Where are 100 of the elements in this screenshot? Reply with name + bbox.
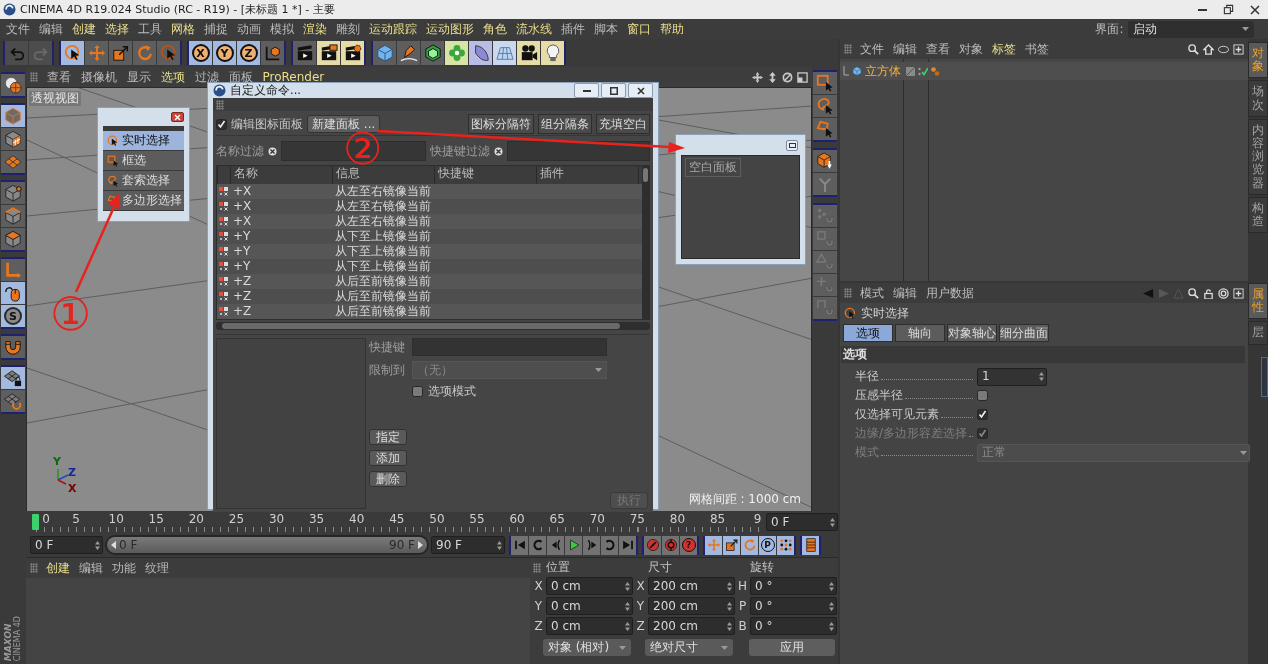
action-button[interactable]: 添加	[369, 450, 407, 466]
close-button[interactable]	[171, 112, 184, 122]
check-icon[interactable]	[918, 66, 928, 76]
tool-button[interactable]	[723, 535, 740, 555]
tab[interactable]: 选项	[843, 324, 893, 342]
grip-icon[interactable]	[844, 288, 852, 298]
menu-item[interactable]: 文件	[855, 41, 888, 57]
table-row[interactable]: +Z 从后至前镜像当前	[217, 304, 642, 319]
layout-dropdown[interactable]: 启动	[1128, 20, 1254, 38]
dropdown[interactable]: 绝对尺寸	[645, 639, 733, 656]
action-button[interactable]: 删除	[369, 471, 407, 487]
menu-item[interactable]: 创建	[41, 560, 74, 576]
frame-field[interactable]: 0 F	[766, 513, 838, 531]
new-panel-icon[interactable]	[1233, 43, 1244, 55]
menu-item[interactable]: 插件	[556, 21, 589, 37]
tool-button[interactable]	[813, 118, 837, 140]
apply-button[interactable]: 应用	[749, 639, 835, 656]
toggle-button[interactable]: ?	[680, 535, 697, 555]
dropdown[interactable]: 对象 (相对)	[543, 639, 631, 656]
tool-button[interactable]	[61, 41, 84, 65]
table-row[interactable]: +Z 从后至前镜像当前	[217, 289, 642, 304]
checkbox[interactable]	[977, 390, 988, 401]
coordinate-field[interactable]: 0 cm	[546, 617, 633, 635]
tool-button[interactable]	[777, 535, 794, 555]
checkbox[interactable]	[216, 118, 227, 130]
toggle-button[interactable]: X	[189, 41, 212, 65]
tool-button[interactable]	[261, 41, 284, 65]
tab[interactable]: 对象轴心	[947, 324, 997, 342]
menu-item[interactable]: 模拟	[265, 21, 298, 37]
table-row[interactable]: +Y 从下至上镜像当前	[217, 244, 642, 259]
ellipse-icon[interactable]	[1218, 43, 1229, 55]
object-row[interactable]: 立方体	[840, 62, 1248, 80]
menu-item[interactable]: 编辑	[888, 41, 921, 57]
menu-item[interactable]: 捕捉	[199, 21, 232, 37]
grip-icon[interactable]	[30, 72, 38, 82]
menu-item[interactable]: 渲染	[298, 21, 331, 37]
action-button[interactable]: 指定	[369, 429, 407, 445]
menu-item[interactable]: 创建	[67, 21, 100, 37]
home-icon[interactable]	[1203, 43, 1214, 55]
grip-icon[interactable]	[30, 563, 38, 573]
tool-button[interactable]	[802, 535, 819, 555]
grip-icon[interactable]	[216, 99, 224, 110]
spinner-icon[interactable]	[727, 621, 732, 631]
toggle-button[interactable]: Y	[213, 41, 236, 65]
tool-button[interactable]	[565, 535, 582, 555]
side-tab[interactable]: 场次	[1248, 80, 1268, 117]
restore-icon[interactable]	[1223, 4, 1234, 15]
toolbar-button[interactable]: 图标分隔符	[468, 114, 534, 134]
toggle-button[interactable]: S	[1, 305, 25, 327]
spinner-icon[interactable]	[829, 621, 834, 631]
filter-field[interactable]	[507, 141, 650, 161]
restore-button[interactable]	[786, 139, 798, 151]
menu-item[interactable]: 窗口	[622, 21, 655, 37]
menu-item[interactable]: 动画	[232, 21, 265, 37]
tool-button[interactable]	[397, 41, 420, 65]
coordinate-field[interactable]: 200 cm	[648, 577, 735, 595]
checkbox[interactable]	[977, 409, 988, 420]
new-panel-icon[interactable]	[1233, 287, 1244, 299]
coordinate-field[interactable]: 200 cm	[648, 617, 735, 635]
spinner-icon[interactable]	[727, 601, 732, 611]
toolbar-button[interactable]: 组分隔条	[538, 114, 592, 134]
spinner-icon[interactable]	[829, 581, 834, 591]
spinner-icon[interactable]	[497, 540, 502, 550]
menu-item[interactable]: 文件	[1, 21, 34, 37]
spinner-icon[interactable]	[95, 540, 100, 550]
menu-item[interactable]: 流水线	[511, 21, 556, 37]
menu-item[interactable]: 查看	[42, 69, 75, 85]
side-tab[interactable]: 构造	[1248, 196, 1268, 234]
tab[interactable]: 轴向	[895, 324, 945, 342]
tool-button[interactable]	[1, 282, 25, 304]
side-tab[interactable]: 属性	[1248, 283, 1268, 320]
maximize-button[interactable]	[601, 83, 626, 98]
menu-item[interactable]: 过滤	[190, 69, 223, 85]
side-tab[interactable]: 层	[1248, 321, 1268, 345]
left-arrow-icon[interactable]	[111, 541, 116, 549]
tool-button[interactable]	[341, 41, 364, 65]
menu-item[interactable]: 模式	[855, 285, 888, 301]
tool-button[interactable]	[705, 535, 722, 555]
right-arrow-icon[interactable]	[418, 541, 423, 549]
grip-bar[interactable]	[103, 126, 184, 131]
menu-item[interactable]: 工具	[133, 21, 166, 37]
menu-item[interactable]: 网格	[166, 21, 199, 37]
toggle-button[interactable]: Z	[237, 41, 260, 65]
coordinate-field[interactable]: 200 cm	[648, 597, 735, 615]
grip-icon[interactable]	[533, 562, 541, 573]
start-frame-field[interactable]: 0 F	[30, 536, 103, 554]
menu-item[interactable]: 对象	[954, 41, 987, 57]
lock-icon[interactable]	[1203, 287, 1214, 299]
menu-item[interactable]: ProRender	[258, 69, 329, 85]
grip-icon[interactable]	[844, 44, 852, 54]
spinner-icon[interactable]	[625, 601, 630, 611]
menu-item[interactable]: 编辑	[74, 560, 107, 576]
menu-item[interactable]: 用户数据	[921, 285, 978, 301]
tool-button[interactable]	[813, 95, 837, 117]
menu-item[interactable]: 纹理	[140, 560, 173, 576]
table-row[interactable]: +X 从左至右镜像当前	[217, 184, 642, 199]
tool-button[interactable]	[813, 72, 837, 94]
collapsed-panel-handle[interactable]	[1261, 356, 1268, 397]
menu-item[interactable]: 面板	[224, 69, 257, 85]
vertical-scrollbar[interactable]	[642, 166, 649, 319]
